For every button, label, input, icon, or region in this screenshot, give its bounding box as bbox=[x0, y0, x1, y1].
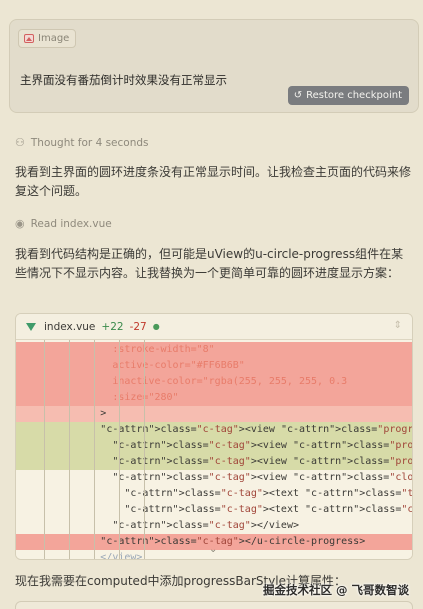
diff-line-del: active-color="#FF6B6B" bbox=[16, 358, 412, 374]
restore-icon: ↺ bbox=[293, 90, 303, 101]
read-file-status[interactable]: ◉ Read index.vue bbox=[15, 217, 112, 230]
diff-file-name: index.vue bbox=[44, 320, 96, 333]
next-block-edge bbox=[15, 601, 413, 609]
modified-dot-icon: ● bbox=[152, 322, 160, 331]
image-attachment-label: Image bbox=[38, 33, 70, 44]
diff-line-del: :stroke-width="8" bbox=[16, 342, 412, 358]
diff-line-neutral: "c-attrn">class="c-tag"><text "c-attrn">… bbox=[16, 486, 412, 502]
eye-icon: ◉ bbox=[15, 217, 25, 230]
diff-header[interactable]: index.vue +22 -27 ● ⇕ bbox=[16, 314, 412, 340]
watermark-text: 掘金技术社区 @ 飞哥数智谈 bbox=[262, 583, 409, 597]
image-icon bbox=[24, 34, 34, 43]
diff-line-neutral: "c-attrn">class="c-tag"><text "c-attrn">… bbox=[16, 502, 412, 518]
brain-icon: ⚇ bbox=[15, 136, 25, 149]
diff-line-del: inactive-color="rgba(255, 255, 255, 0.3 bbox=[16, 374, 412, 390]
collapse-chevron-icon[interactable]: ⌄ bbox=[209, 544, 217, 555]
diff-removed-count: -27 bbox=[129, 320, 147, 333]
expand-icon[interactable]: ⇕ bbox=[394, 320, 402, 331]
diff-line-add: "c-attrn">class="c-tag"><view "c-attrn">… bbox=[16, 454, 412, 470]
assistant-paragraph-2: 我看到代码结构是正确的，但可能是uView的u-circle-progress组… bbox=[15, 247, 404, 280]
thought-label: Thought for 4 seconds bbox=[30, 136, 149, 149]
diff-line-neutral: "c-attrn">class="c-tag"><view "c-attrn">… bbox=[16, 470, 412, 486]
diff-code-area: </view> "c-attrn">class="c-tag"></u-circ… bbox=[16, 340, 412, 559]
user-message-card: Image 主界面没有番茄倒计时效果没有正常显示 ↺ Restore check… bbox=[9, 19, 419, 113]
diff-line-add: "c-attrn">class="c-tag"><view "c-attrn">… bbox=[16, 422, 412, 438]
diff-line-add: "c-attrn">class="c-tag"><view "c-attrn">… bbox=[16, 438, 412, 454]
image-attachment-chip[interactable]: Image bbox=[18, 29, 77, 48]
restore-checkpoint-label: Restore checkpoint bbox=[306, 90, 402, 101]
diff-line-del: > bbox=[16, 406, 412, 422]
user-message-text: 主界面没有番茄倒计时效果没有正常显示 bbox=[20, 73, 227, 87]
code-diff-panel: index.vue +22 -27 ● ⇕ </view> "c-attrn">… bbox=[15, 313, 413, 560]
thought-status[interactable]: ⚇ Thought for 4 seconds bbox=[15, 136, 149, 149]
restore-checkpoint-button[interactable]: ↺ Restore checkpoint bbox=[287, 86, 409, 105]
vue-file-icon bbox=[26, 322, 36, 331]
assistant-paragraph-1: 我看到主界面的圆环进度条没有正常显示时间。让我检查主页面的代码来修复这个问题。 bbox=[15, 165, 412, 198]
diff-added-count: +22 bbox=[101, 320, 124, 333]
diff-line-del: :size="280" bbox=[16, 390, 412, 406]
diff-line-neutral: "c-attrn">class="c-tag"></view> bbox=[16, 518, 412, 534]
read-file-label: Read index.vue bbox=[30, 217, 112, 230]
